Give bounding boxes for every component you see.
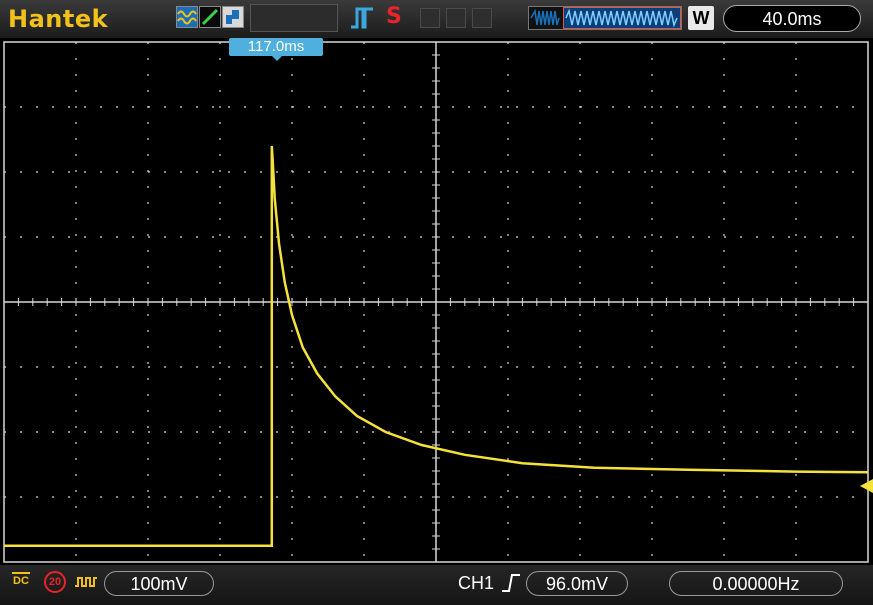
rising-edge-icon[interactable] [499, 572, 523, 594]
persistence-mode-icon[interactable] [222, 6, 244, 28]
coupling-indicator: DC [12, 572, 30, 587]
print-icon [472, 8, 492, 28]
usb-icon [420, 8, 440, 28]
vector-mode-icon[interactable] [199, 6, 221, 28]
trigger-level-arrow [860, 479, 873, 493]
trigger-level-readout[interactable]: 96.0mV [526, 571, 628, 596]
bandwidth-limit-badge[interactable]: 20 [44, 571, 66, 593]
window-mode-button[interactable]: W [688, 6, 714, 30]
trigger-pulse-icon [349, 6, 375, 30]
memory-window-indicator [563, 7, 681, 29]
volts-per-div-readout[interactable]: 100mV [104, 571, 214, 596]
trigger-position-marker[interactable]: 117.0ms [229, 38, 323, 61]
timebase-readout[interactable]: 40.0ms [723, 5, 861, 32]
brand-logo: Hantek [8, 5, 109, 33]
waveform-display [0, 38, 873, 565]
waveform-mode-icon[interactable] [176, 6, 198, 28]
scope-plot [3, 41, 873, 563]
memory-position-bar[interactable] [528, 6, 682, 30]
run-status-area [250, 4, 338, 32]
channel-wave-icon [74, 574, 98, 590]
coupling-label: DC [13, 575, 29, 587]
stop-indicator: S [386, 4, 402, 29]
save-icon [446, 8, 466, 28]
trigger-source-label[interactable]: CH1 [458, 573, 494, 594]
graticule [3, 41, 869, 563]
frequency-readout: 0.00000Hz [669, 571, 843, 596]
